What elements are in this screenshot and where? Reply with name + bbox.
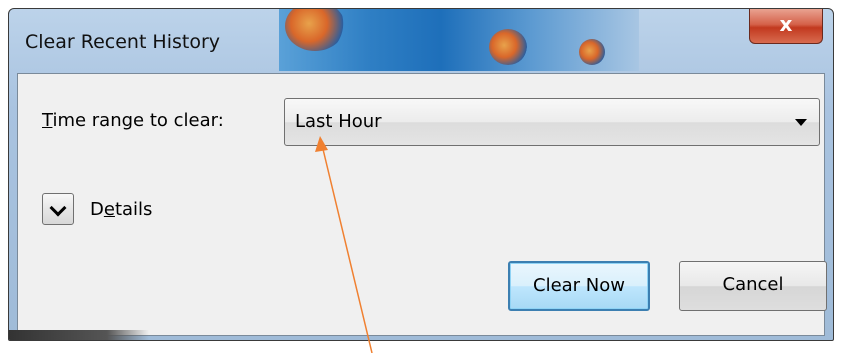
firefox-logo-icon (579, 39, 605, 65)
dialog-body: Time range to clear: Last Hour Details C… (17, 73, 827, 336)
details-label-start: D (90, 199, 104, 220)
time-range-label-text: ime range to clear: (52, 110, 224, 131)
close-icon: x (779, 12, 793, 36)
taskbar-glass-background (279, 9, 639, 71)
close-button[interactable]: x (749, 9, 823, 44)
details-expand-button[interactable] (42, 193, 74, 225)
details-label[interactable]: Details (90, 199, 152, 220)
window-edge-shadow (9, 330, 149, 340)
clear-now-button[interactable]: Clear Now (508, 261, 650, 311)
details-label-accel: e (103, 199, 115, 220)
cancel-button[interactable]: Cancel (679, 261, 827, 311)
firefox-logo-icon (489, 29, 527, 65)
window-title: Clear Recent History (25, 31, 221, 53)
time-range-value: Last Hour (295, 111, 382, 132)
firefox-logo-icon (285, 9, 345, 51)
dropdown-arrow-icon (795, 119, 807, 126)
time-range-label-accel: T (42, 110, 53, 131)
time-range-select[interactable]: Last Hour (284, 98, 820, 146)
title-bar[interactable]: Clear Recent History x (9, 9, 833, 75)
time-range-label: Time range to clear: (42, 110, 224, 131)
details-label-end: tails (114, 199, 153, 220)
clear-history-dialog: Clear Recent History x Time range to cle… (8, 8, 834, 341)
chevron-down-icon (49, 199, 67, 217)
